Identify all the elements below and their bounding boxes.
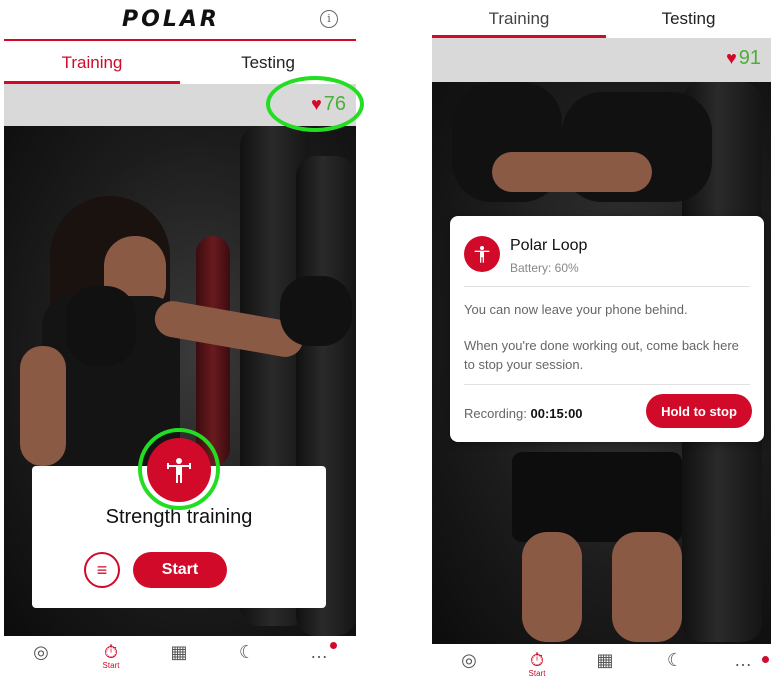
nav-start-label: Start <box>102 661 120 670</box>
tab-testing[interactable]: Testing <box>606 0 771 38</box>
device-card: Polar Loop Battery: 60% You can now leav… <box>450 216 764 442</box>
polar-logo: POLAR <box>122 7 220 32</box>
heart-rate-value: 91 <box>738 47 761 69</box>
activity-icon: ◎ <box>33 642 49 662</box>
stopwatch-icon: ⏱ <box>103 642 119 662</box>
recording-time: 00:15:00 <box>530 406 583 421</box>
device-battery: Battery: 60% <box>510 261 579 275</box>
athlete-leg <box>612 532 682 642</box>
calendar-icon: ▦ <box>596 650 614 670</box>
nav-activity[interactable]: ◎ <box>26 642 56 663</box>
dumbbell-person-icon <box>464 236 500 272</box>
activity-icon: ◎ <box>461 650 477 670</box>
more-icon: … <box>310 642 328 662</box>
athlete-leg <box>522 532 582 642</box>
tab-training[interactable]: Training <box>432 0 606 38</box>
nav-sleep[interactable]: ☾ <box>660 650 690 671</box>
leave-phone-message: You can now leave your phone behind. <box>464 302 688 317</box>
start-button[interactable]: Start <box>133 552 227 588</box>
header-divider <box>4 39 356 41</box>
training-icon-highlight <box>138 428 220 510</box>
hold-to-stop-button[interactable]: Hold to stop <box>646 394 752 428</box>
app-header: POLAR i <box>4 0 356 41</box>
recording-screen: Training Testing ♥ 91 Polar Loop Battery… <box>432 0 771 684</box>
notification-dot <box>330 642 337 649</box>
heart-rate: ♥ 91 <box>726 47 761 70</box>
menu-button[interactable]: ≡ <box>84 552 120 588</box>
nav-diary[interactable]: ▦ <box>164 642 194 663</box>
menu-icon: ≡ <box>96 559 108 580</box>
nav-more[interactable]: … <box>728 650 758 671</box>
moon-icon: ☾ <box>238 642 256 662</box>
nav-diary[interactable]: ▦ <box>590 650 620 671</box>
punching-bag <box>196 236 230 466</box>
info-icon[interactable]: i <box>320 10 338 28</box>
recording-label: Recording: <box>464 406 527 421</box>
heart-rate-highlight <box>266 76 364 132</box>
divider <box>464 286 750 287</box>
heart-icon: ♥ <box>726 48 737 68</box>
tab-training[interactable]: Training <box>4 42 180 84</box>
bottom-nav: ◎ ⏱ Start ▦ ☾ … <box>4 636 356 684</box>
recording-status: Recording: 00:15:00 <box>464 406 583 421</box>
calendar-icon: ▦ <box>170 642 188 662</box>
nav-activity[interactable]: ◎ <box>454 650 484 671</box>
divider <box>464 384 750 385</box>
tab-bar: Training Testing <box>432 0 771 38</box>
more-icon: … <box>734 650 752 670</box>
bottom-nav: ◎ ⏱ Start ▦ ☾ … <box>432 644 771 684</box>
nav-sleep[interactable]: ☾ <box>232 642 262 663</box>
athlete-arm <box>20 346 66 466</box>
nav-start[interactable]: ⏱ Start <box>522 650 552 678</box>
stopwatch-icon: ⏱ <box>529 650 545 670</box>
boxing-glove <box>280 276 352 346</box>
nav-start[interactable]: ⏱ Start <box>96 642 126 670</box>
nav-start-label: Start <box>528 669 546 678</box>
moon-icon: ☾ <box>666 650 684 670</box>
notification-dot <box>762 656 769 663</box>
heart-rate-bar: ♥ 91 <box>432 38 771 82</box>
boxing-glove <box>66 286 136 366</box>
athlete-shorts <box>512 452 682 542</box>
device-name: Polar Loop <box>510 237 588 254</box>
stop-session-message: When you're done working out, come back … <box>464 338 739 372</box>
athlete-arm <box>492 152 652 192</box>
